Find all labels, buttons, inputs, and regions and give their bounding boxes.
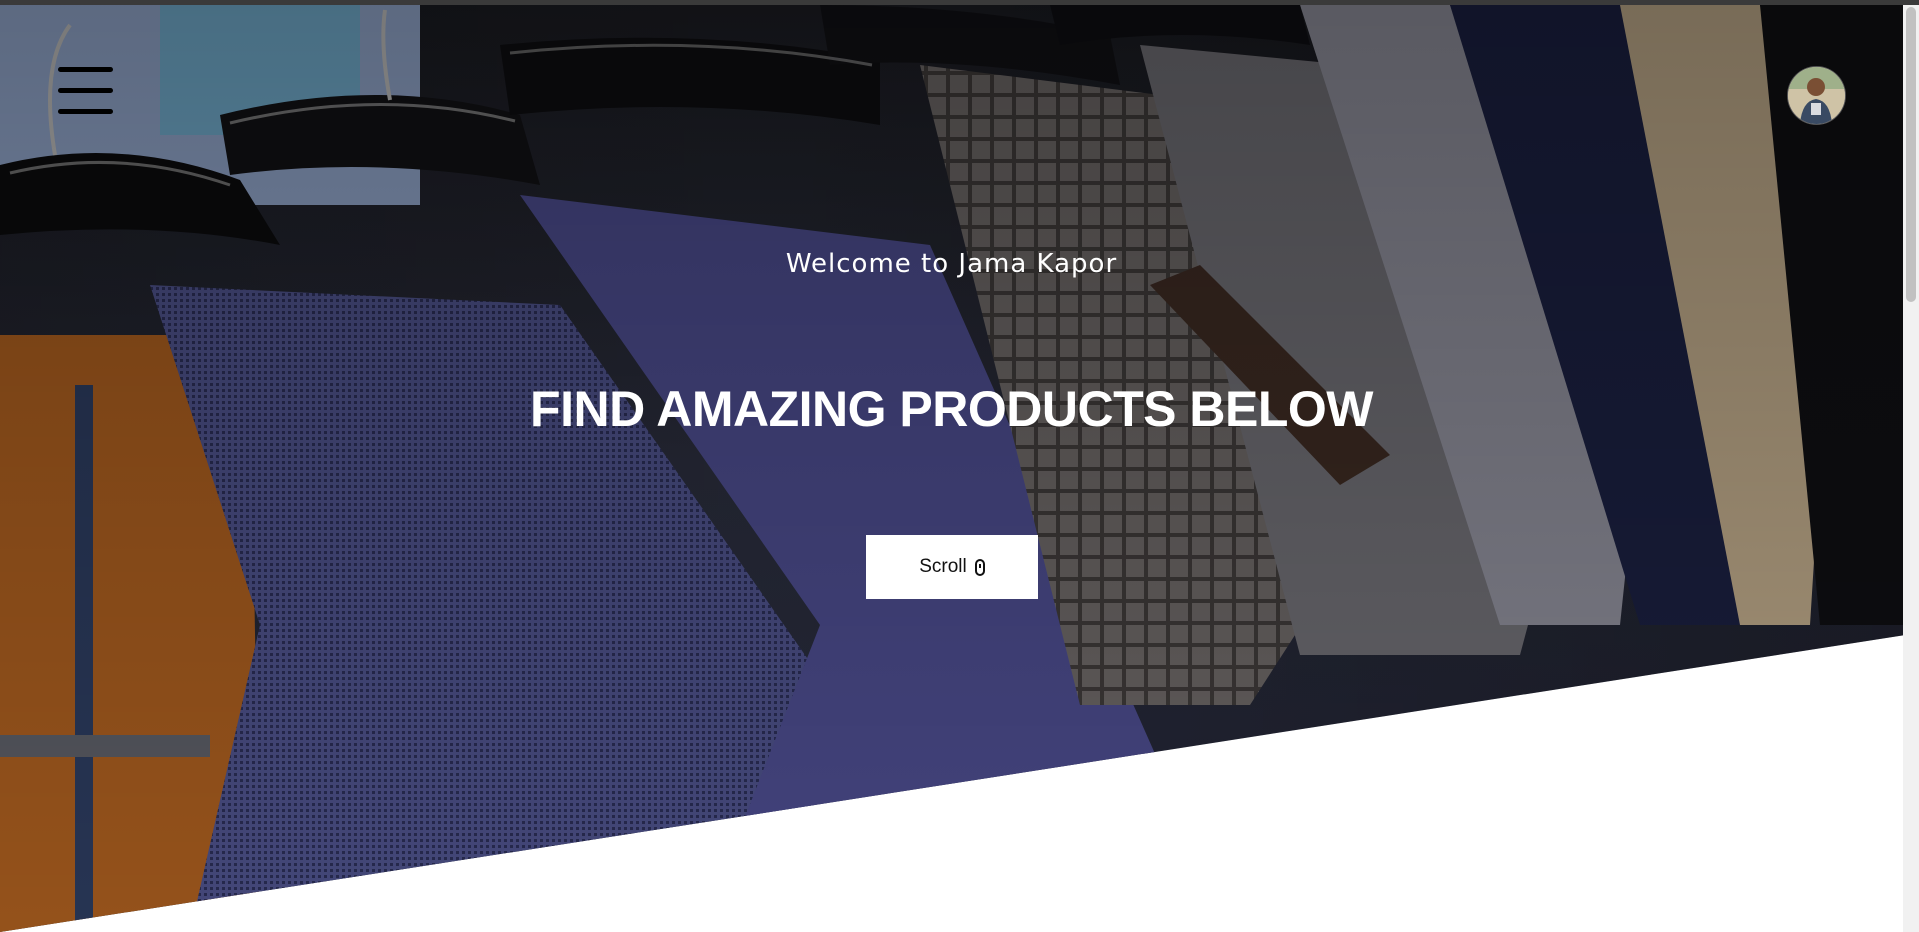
scrollbar-thumb[interactable] bbox=[1906, 7, 1916, 302]
page-scrollbar[interactable] bbox=[1903, 5, 1919, 932]
browser-top-edge bbox=[0, 0, 1919, 5]
hero-banner: Welcome to Jama Kapor FIND AMAZING PRODU… bbox=[0, 5, 1903, 932]
welcome-text: Welcome to Jama Kapor bbox=[785, 249, 1118, 279]
mouse-icon bbox=[974, 558, 985, 576]
page-headline: FIND AMAZING PRODUCTS BELOW bbox=[530, 381, 1373, 437]
scroll-button[interactable]: Scroll bbox=[866, 535, 1038, 599]
menu-bar-bottom bbox=[58, 109, 113, 114]
menu-bar-middle bbox=[58, 88, 113, 93]
user-avatar[interactable] bbox=[1788, 67, 1845, 124]
menu-bar-top bbox=[58, 67, 113, 72]
scroll-button-label: Scroll bbox=[919, 556, 967, 577]
hero-background-image bbox=[0, 5, 1903, 932]
hamburger-menu-icon[interactable] bbox=[58, 65, 113, 117]
avatar-photo bbox=[1788, 67, 1845, 124]
